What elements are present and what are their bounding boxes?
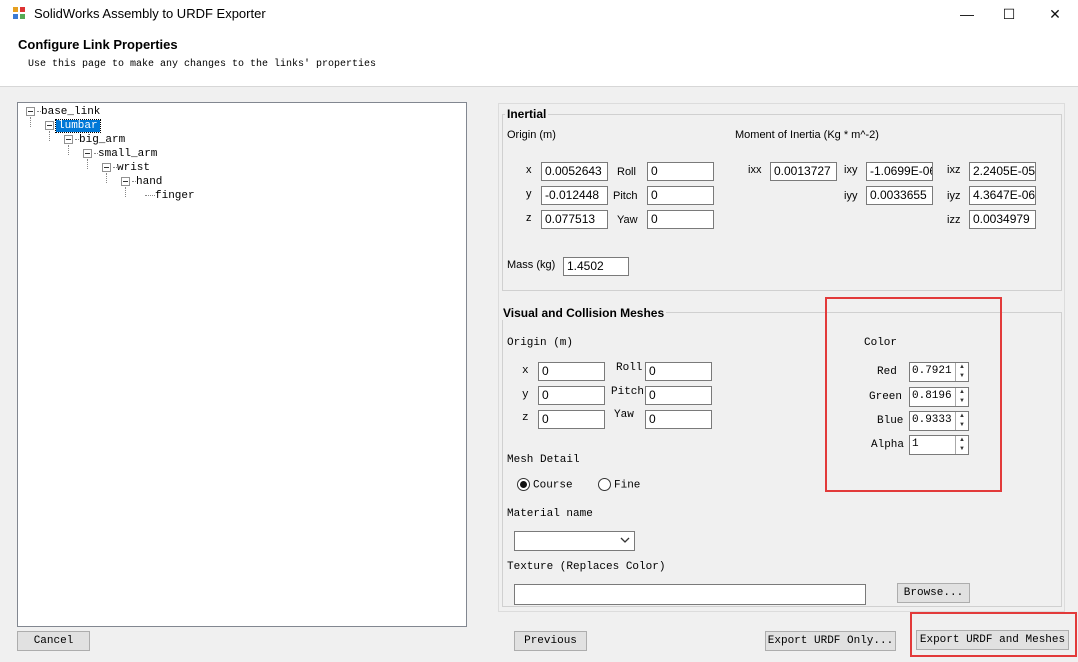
inertial-origin-label: Origin (m) (507, 129, 556, 141)
tree-item-big-arm[interactable]: big_arm (64, 133, 125, 147)
roll-label: Roll (616, 362, 643, 374)
moi-label: Moment of Inertia (Kg * m^-2) (735, 129, 879, 141)
ixz-field[interactable]: 2.2405E-05 (969, 162, 1036, 181)
export-highlight-box (910, 612, 1077, 657)
ixy-label: ixy (844, 164, 858, 176)
visual-pitch-field[interactable]: 0 (645, 386, 712, 405)
previous-button[interactable]: Previous (514, 631, 587, 651)
y-label: y (526, 188, 532, 200)
collapse-icon[interactable] (26, 106, 35, 116)
collapse-icon[interactable] (45, 120, 54, 130)
ixy-field[interactable]: -1.0699E-06 (866, 162, 933, 181)
inertial-x-field[interactable]: 0.0052643 (541, 162, 608, 181)
tree-item-lumbar[interactable]: lumbar (45, 119, 101, 133)
material-select[interactable] (514, 531, 635, 551)
visual-roll-field[interactable]: 0 (645, 362, 712, 381)
mesh-detail-label: Mesh Detail (507, 454, 580, 466)
radio-selected-icon (517, 478, 530, 491)
mass-field[interactable]: 1.4502 (563, 257, 629, 276)
radio-empty-icon (598, 478, 611, 491)
iyz-label: iyz (947, 190, 961, 202)
page-subtitle: Use this page to make any changes to the… (28, 59, 377, 70)
tree-item-base-link[interactable]: base_link (26, 105, 100, 119)
app-icon (13, 7, 25, 19)
page-title: Configure Link Properties (18, 37, 178, 52)
chevron-down-icon (620, 537, 630, 543)
ixx-label: ixx (748, 164, 762, 176)
visual-title: Visual and Collision Meshes (501, 306, 667, 320)
visual-x-field[interactable]: 0 (538, 362, 605, 381)
iyz-field[interactable]: 4.3647E-06 (969, 186, 1036, 205)
y-label: y (522, 389, 529, 401)
collapse-icon[interactable] (64, 134, 73, 144)
window-titlebar: SolidWorks Assembly to URDF Exporter — ☐… (0, 0, 1078, 28)
inertial-yaw-field[interactable]: 0 (647, 210, 714, 229)
tree-item-finger[interactable]: finger (145, 189, 195, 203)
course-radio[interactable]: Course (517, 478, 573, 491)
ixx-field[interactable]: 0.0013727 (770, 162, 837, 181)
x-label: x (526, 164, 532, 176)
color-highlight-box (825, 297, 1002, 492)
iyy-label: iyy (844, 190, 858, 202)
collapse-icon[interactable] (121, 176, 130, 186)
z-label: z (526, 212, 532, 224)
inertial-z-field[interactable]: 0.077513 (541, 210, 608, 229)
texture-label: Texture (Replaces Color) (507, 561, 666, 573)
texture-field[interactable] (514, 584, 866, 605)
close-button[interactable]: ✕ (1032, 0, 1078, 28)
mass-label: Mass (kg) (507, 259, 556, 271)
inertial-pitch-field[interactable]: 0 (647, 186, 714, 205)
pitch-label: Pitch (611, 386, 645, 398)
izz-label: izz (947, 214, 961, 226)
export-urdf-only-button[interactable]: Export URDF Only... (765, 631, 896, 651)
material-label: Material name (507, 508, 593, 520)
x-label: x (522, 365, 529, 377)
collapse-icon[interactable] (83, 148, 92, 158)
tree-item-wrist[interactable]: wrist (102, 161, 150, 175)
izz-field[interactable]: 0.0034979 (969, 210, 1036, 229)
yaw-label: Yaw (617, 214, 638, 226)
tree-item-hand[interactable]: hand (121, 175, 162, 189)
collapse-icon[interactable] (102, 162, 111, 172)
iyy-field[interactable]: 0.0033655 (866, 186, 933, 205)
visual-y-field[interactable]: 0 (538, 386, 605, 405)
inertial-y-field[interactable]: -0.012448 (541, 186, 608, 205)
link-tree[interactable]: base_link lumbar big_arm small_arm wrist… (17, 102, 467, 627)
roll-label: Roll (617, 166, 636, 178)
wizard-header: Configure Link Properties Use this page … (0, 28, 1078, 87)
cancel-button[interactable]: Cancel (17, 631, 90, 651)
maximize-button[interactable]: ☐ (986, 0, 1032, 28)
visual-origin-label: Origin (m) (507, 337, 574, 349)
yaw-label: Yaw (614, 409, 634, 421)
z-label: z (522, 412, 529, 424)
pitch-label: Pitch (613, 190, 638, 202)
visual-yaw-field[interactable]: 0 (645, 410, 712, 429)
tree-item-small-arm[interactable]: small_arm (83, 147, 157, 161)
minimize-button[interactable]: — (944, 0, 990, 28)
visual-z-field[interactable]: 0 (538, 410, 605, 429)
inertial-roll-field[interactable]: 0 (647, 162, 714, 181)
fine-radio[interactable]: Fine (598, 478, 640, 491)
window-title: SolidWorks Assembly to URDF Exporter (34, 6, 266, 21)
ixz-label: ixz (947, 164, 961, 176)
inertial-title: Inertial (505, 107, 549, 121)
browse-button[interactable]: Browse... (897, 583, 970, 603)
